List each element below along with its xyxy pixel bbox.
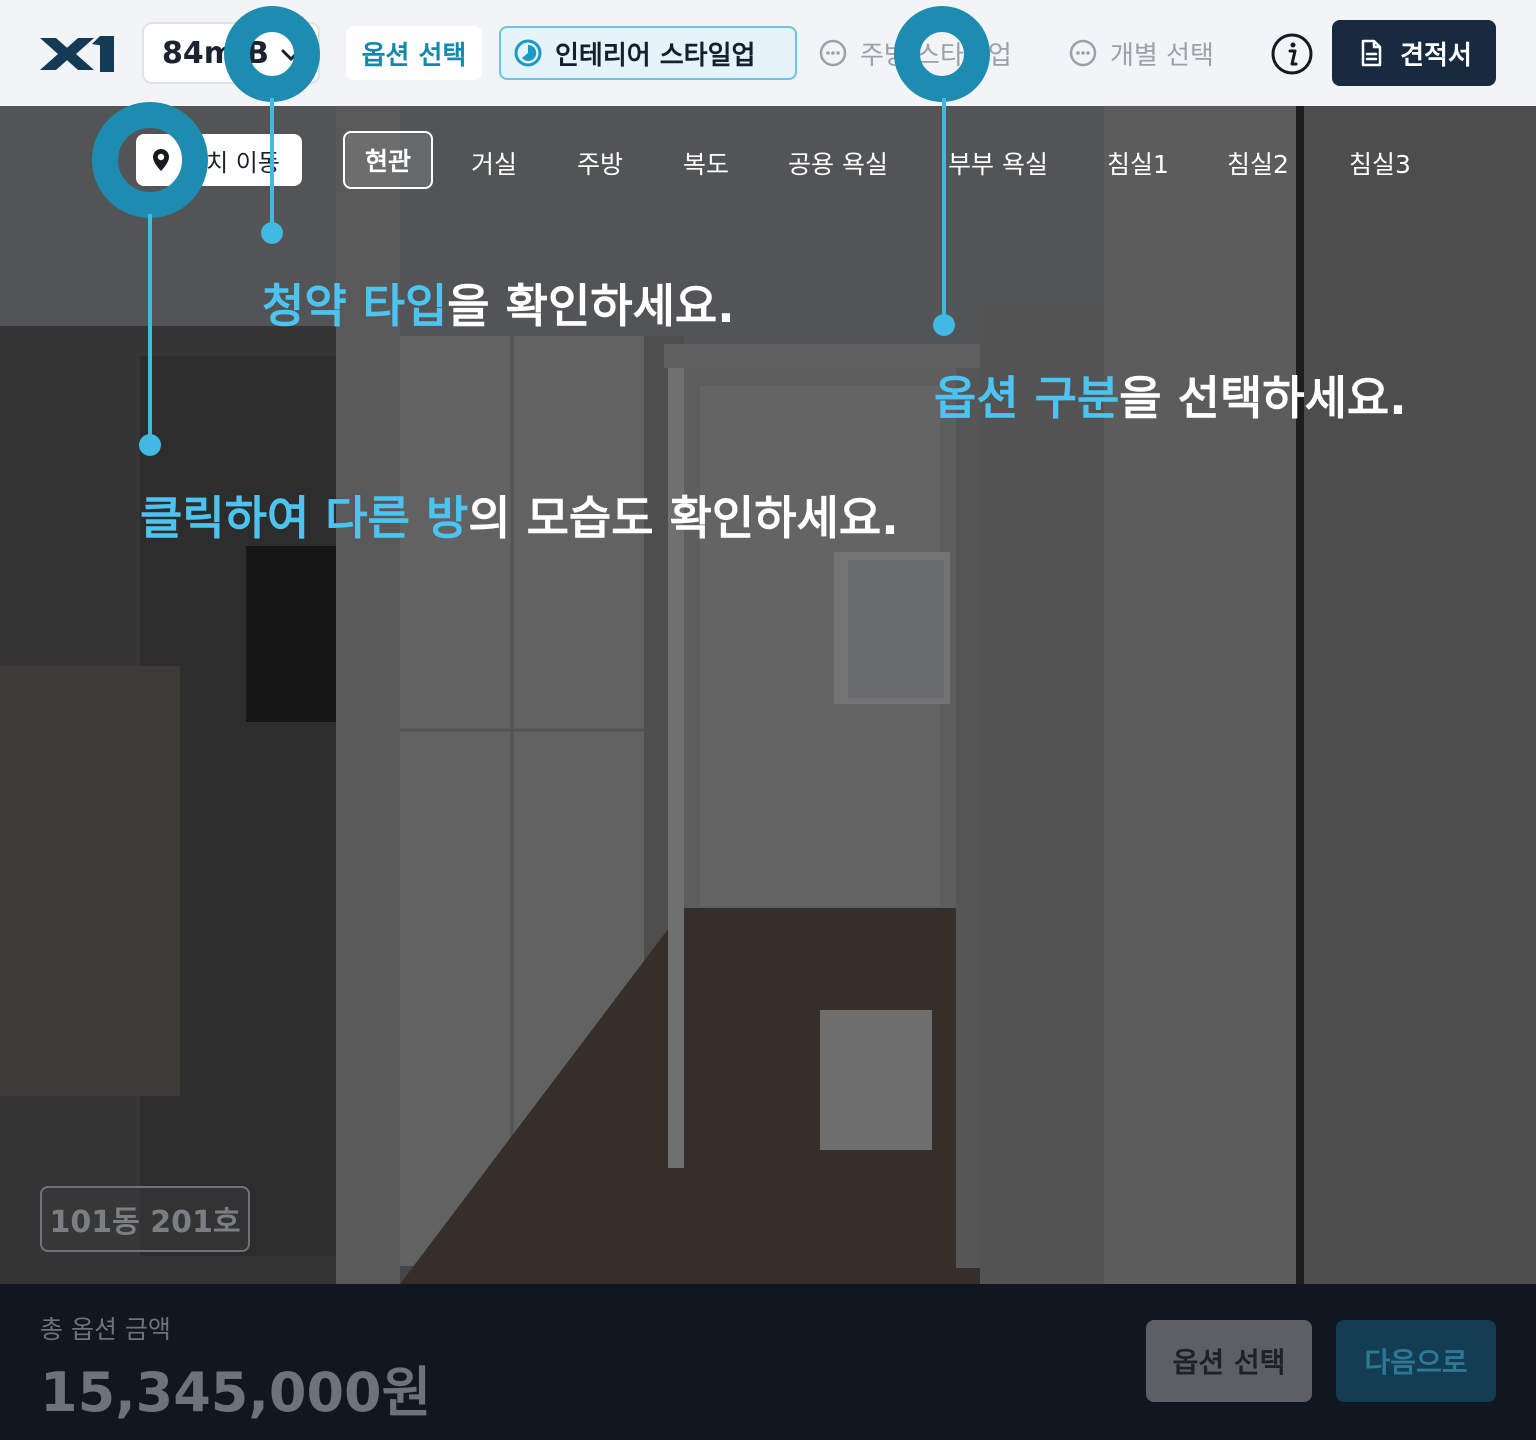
chevron-down-icon	[281, 49, 301, 62]
step-kitchen-label: 주방 스타일업	[860, 40, 1012, 71]
room-tab-bedroom3[interactable]: 침실3	[1338, 138, 1422, 188]
room-tab-bedroom1[interactable]: 침실1	[1096, 138, 1180, 188]
room-tab-entrance[interactable]: 현관	[343, 131, 433, 189]
unit-type-value: 84m	[162, 35, 236, 71]
room-tab-living[interactable]: 거실	[456, 138, 532, 188]
info-icon[interactable]	[1270, 32, 1314, 76]
more-dots-icon	[1069, 39, 1097, 67]
step-option-label: 옵션 선택	[361, 40, 467, 71]
dim-overlay	[0, 106, 1536, 1284]
x1-logo	[40, 36, 114, 72]
quote-button[interactable]: 견적서	[1332, 20, 1496, 86]
document-icon	[1361, 39, 1382, 67]
progress-icon	[514, 39, 542, 67]
unit-type-select[interactable]: 84m 2 B	[142, 22, 320, 84]
step-interior-label: 인테리어 스타일업	[555, 40, 756, 71]
option-select-button[interactable]: 옵션 선택	[1146, 1320, 1312, 1402]
unit-type-suffix: B	[246, 35, 270, 71]
room-tab-master-bath[interactable]: 부부 욕실	[936, 138, 1060, 188]
unit-badge: 101동 201호	[40, 1186, 250, 1252]
step-option-select[interactable]: 옵션 선택	[346, 26, 482, 80]
bottom-bar: 총 옵션 금액 15,345,000원 옵션 선택 다음으로	[0, 1284, 1536, 1440]
step-individual-select[interactable]: 개별 선택	[1068, 26, 1214, 80]
next-button[interactable]: 다음으로	[1336, 1320, 1496, 1402]
step-kitchen-styleup[interactable]: 주방 스타일업	[818, 26, 1012, 80]
move-location-button[interactable]: 위치 이동	[136, 134, 302, 186]
step-individual-label: 개별 선택	[1110, 40, 1214, 71]
more-dots-icon	[819, 39, 847, 67]
room-tab-hallway[interactable]: 복도	[668, 138, 744, 188]
unit-type-superscript: 2	[235, 37, 247, 57]
step-interior-styleup[interactable]: 인테리어 스타일업	[499, 26, 797, 80]
top-bar: 84m 2 B 옵션 선택 인테리어 스타일업 주방 스타일업 개별 선택 견적…	[0, 0, 1536, 106]
total-option-amount: 15,345,000원	[40, 1361, 432, 1424]
room-tab-common-bath[interactable]: 공용 욕실	[776, 138, 900, 188]
move-location-label: 위치 이동	[184, 148, 280, 177]
map-pin-icon	[153, 149, 169, 171]
room-tab-kitchen[interactable]: 주방	[562, 138, 638, 188]
total-option-label: 총 옵션 금액	[40, 1315, 171, 1344]
room-viewer[interactable]	[0, 106, 1536, 1284]
quote-button-label: 견적서	[1400, 40, 1472, 71]
room-tab-bedroom2[interactable]: 침실2	[1216, 138, 1300, 188]
